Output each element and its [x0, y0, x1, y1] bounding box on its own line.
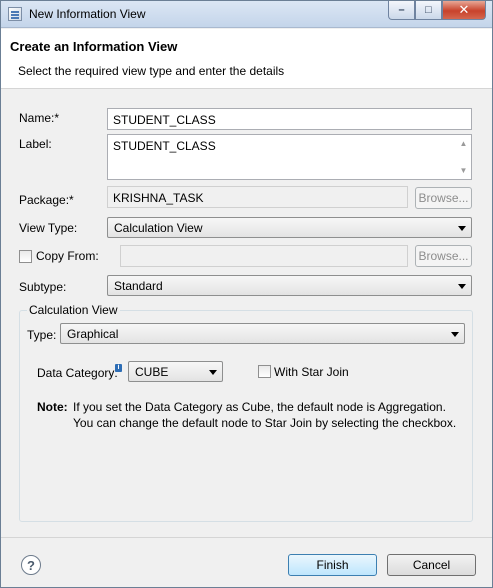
copy-from-label: Copy From: [36, 249, 99, 263]
package-browse-button[interactable]: Browse... [415, 187, 472, 209]
scroll-down-icon[interactable]: ▼ [460, 166, 468, 175]
star-join-label: With Star Join [274, 365, 349, 379]
note-line-2: You can change the default node to Star … [73, 416, 457, 430]
help-icon[interactable]: ? [21, 555, 41, 575]
data-category-label: Data Category: [37, 366, 118, 380]
label-textarea[interactable]: STUDENT_CLASS ▲ ▼ [107, 134, 472, 180]
new-information-view-dialog: New Information View – □ ✕ Create an Inf… [0, 0, 493, 588]
note-line-1: If you set the Data Category as Cube, th… [73, 400, 446, 414]
scroll-up-icon[interactable]: ▲ [460, 139, 468, 148]
data-category-select[interactable]: CUBE [128, 361, 223, 382]
name-input[interactable]: STUDENT_CLASS [107, 108, 472, 130]
maximize-button[interactable]: □ [415, 1, 442, 20]
name-label: Name:* [19, 111, 60, 125]
cancel-button[interactable]: Cancel [387, 554, 476, 576]
view-type-select[interactable]: Calculation View [107, 217, 472, 238]
footer-separator [1, 537, 492, 538]
label-textarea-value: STUDENT_CLASS [113, 139, 216, 153]
data-category-value: CUBE [135, 365, 169, 379]
calc-type-select[interactable]: Graphical [60, 323, 465, 344]
view-type-label: View Type: [19, 221, 78, 235]
header-description: Select the required view type and enter … [18, 64, 285, 78]
chevron-down-icon [458, 284, 466, 289]
close-button[interactable]: ✕ [442, 1, 486, 20]
label-label: Label: [19, 137, 52, 151]
package-label: Package:* [19, 193, 74, 207]
star-join-checkbox[interactable] [258, 365, 271, 378]
window-title: New Information View [29, 7, 146, 21]
calc-type-label: Type: [27, 328, 57, 342]
view-type-value: Calculation View [114, 221, 203, 235]
label-textarea-scrollbar[interactable]: ▲ ▼ [456, 135, 471, 179]
chevron-down-icon [451, 332, 459, 337]
chevron-down-icon [209, 370, 217, 375]
calculation-view-group-title: Calculation View [27, 303, 120, 317]
subtype-select[interactable]: Standard [107, 275, 472, 296]
info-icon: i [115, 364, 122, 372]
dialog-header: Create an Information View Select the re… [1, 29, 492, 89]
note-label: Note: [37, 400, 68, 414]
subtype-label: Subtype: [19, 280, 67, 294]
copy-from-checkbox[interactable] [19, 250, 32, 263]
minimize-button[interactable]: – [388, 1, 415, 20]
copy-from-input[interactable] [120, 245, 408, 267]
header-title: Create an Information View [10, 39, 178, 54]
title-bar: New Information View – □ ✕ [1, 1, 492, 28]
finish-button[interactable]: Finish [288, 554, 377, 576]
package-input[interactable]: KRISHNA_TASK [107, 186, 408, 208]
subtype-value: Standard [114, 279, 163, 293]
window-controls: – □ ✕ [388, 1, 486, 21]
window-icon [8, 7, 22, 21]
chevron-down-icon [458, 226, 466, 231]
calc-type-value: Graphical [67, 327, 119, 341]
copy-from-browse-button[interactable]: Browse... [415, 245, 472, 267]
